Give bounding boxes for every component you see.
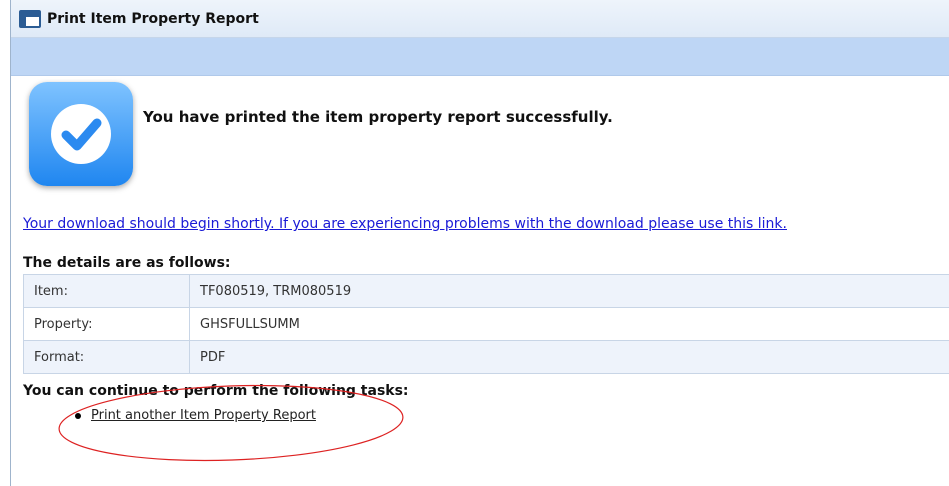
detail-label-item: Item: — [23, 274, 190, 308]
details-table: Item: TF080519, TRM080519 Property: GHSF… — [23, 274, 949, 374]
tasks-heading: You can continue to perform the followin… — [23, 383, 409, 399]
header-band — [11, 38, 949, 76]
checkmark-icon — [29, 82, 133, 186]
success-message: You have printed the item property repor… — [143, 108, 613, 126]
detail-label-property: Property: — [23, 307, 190, 341]
window-title: Print Item Property Report — [47, 10, 259, 27]
print-another-report-link[interactable]: Print another Item Property Report — [91, 408, 316, 423]
table-row: Property: GHSFULLSUMM — [23, 307, 949, 341]
detail-label-format: Format: — [23, 340, 190, 374]
window-titlebar: Print Item Property Report — [11, 0, 949, 38]
detail-value-format: PDF — [189, 340, 949, 374]
detail-value-item: TF080519, TRM080519 — [189, 274, 949, 308]
list-item: Print another Item Property Report — [75, 408, 316, 423]
detail-value-property: GHSFULLSUMM — [189, 307, 949, 341]
success-section: You have printed the item property repor… — [29, 82, 613, 186]
table-row: Format: PDF — [23, 340, 949, 374]
window-icon — [19, 9, 41, 28]
download-link[interactable]: Your download should begin shortly. If y… — [23, 216, 787, 232]
table-row: Item: TF080519, TRM080519 — [23, 274, 949, 308]
details-heading: The details are as follows: — [23, 255, 231, 271]
bullet-icon — [75, 412, 81, 419]
report-window: Print Item Property Report You have prin… — [10, 0, 949, 486]
